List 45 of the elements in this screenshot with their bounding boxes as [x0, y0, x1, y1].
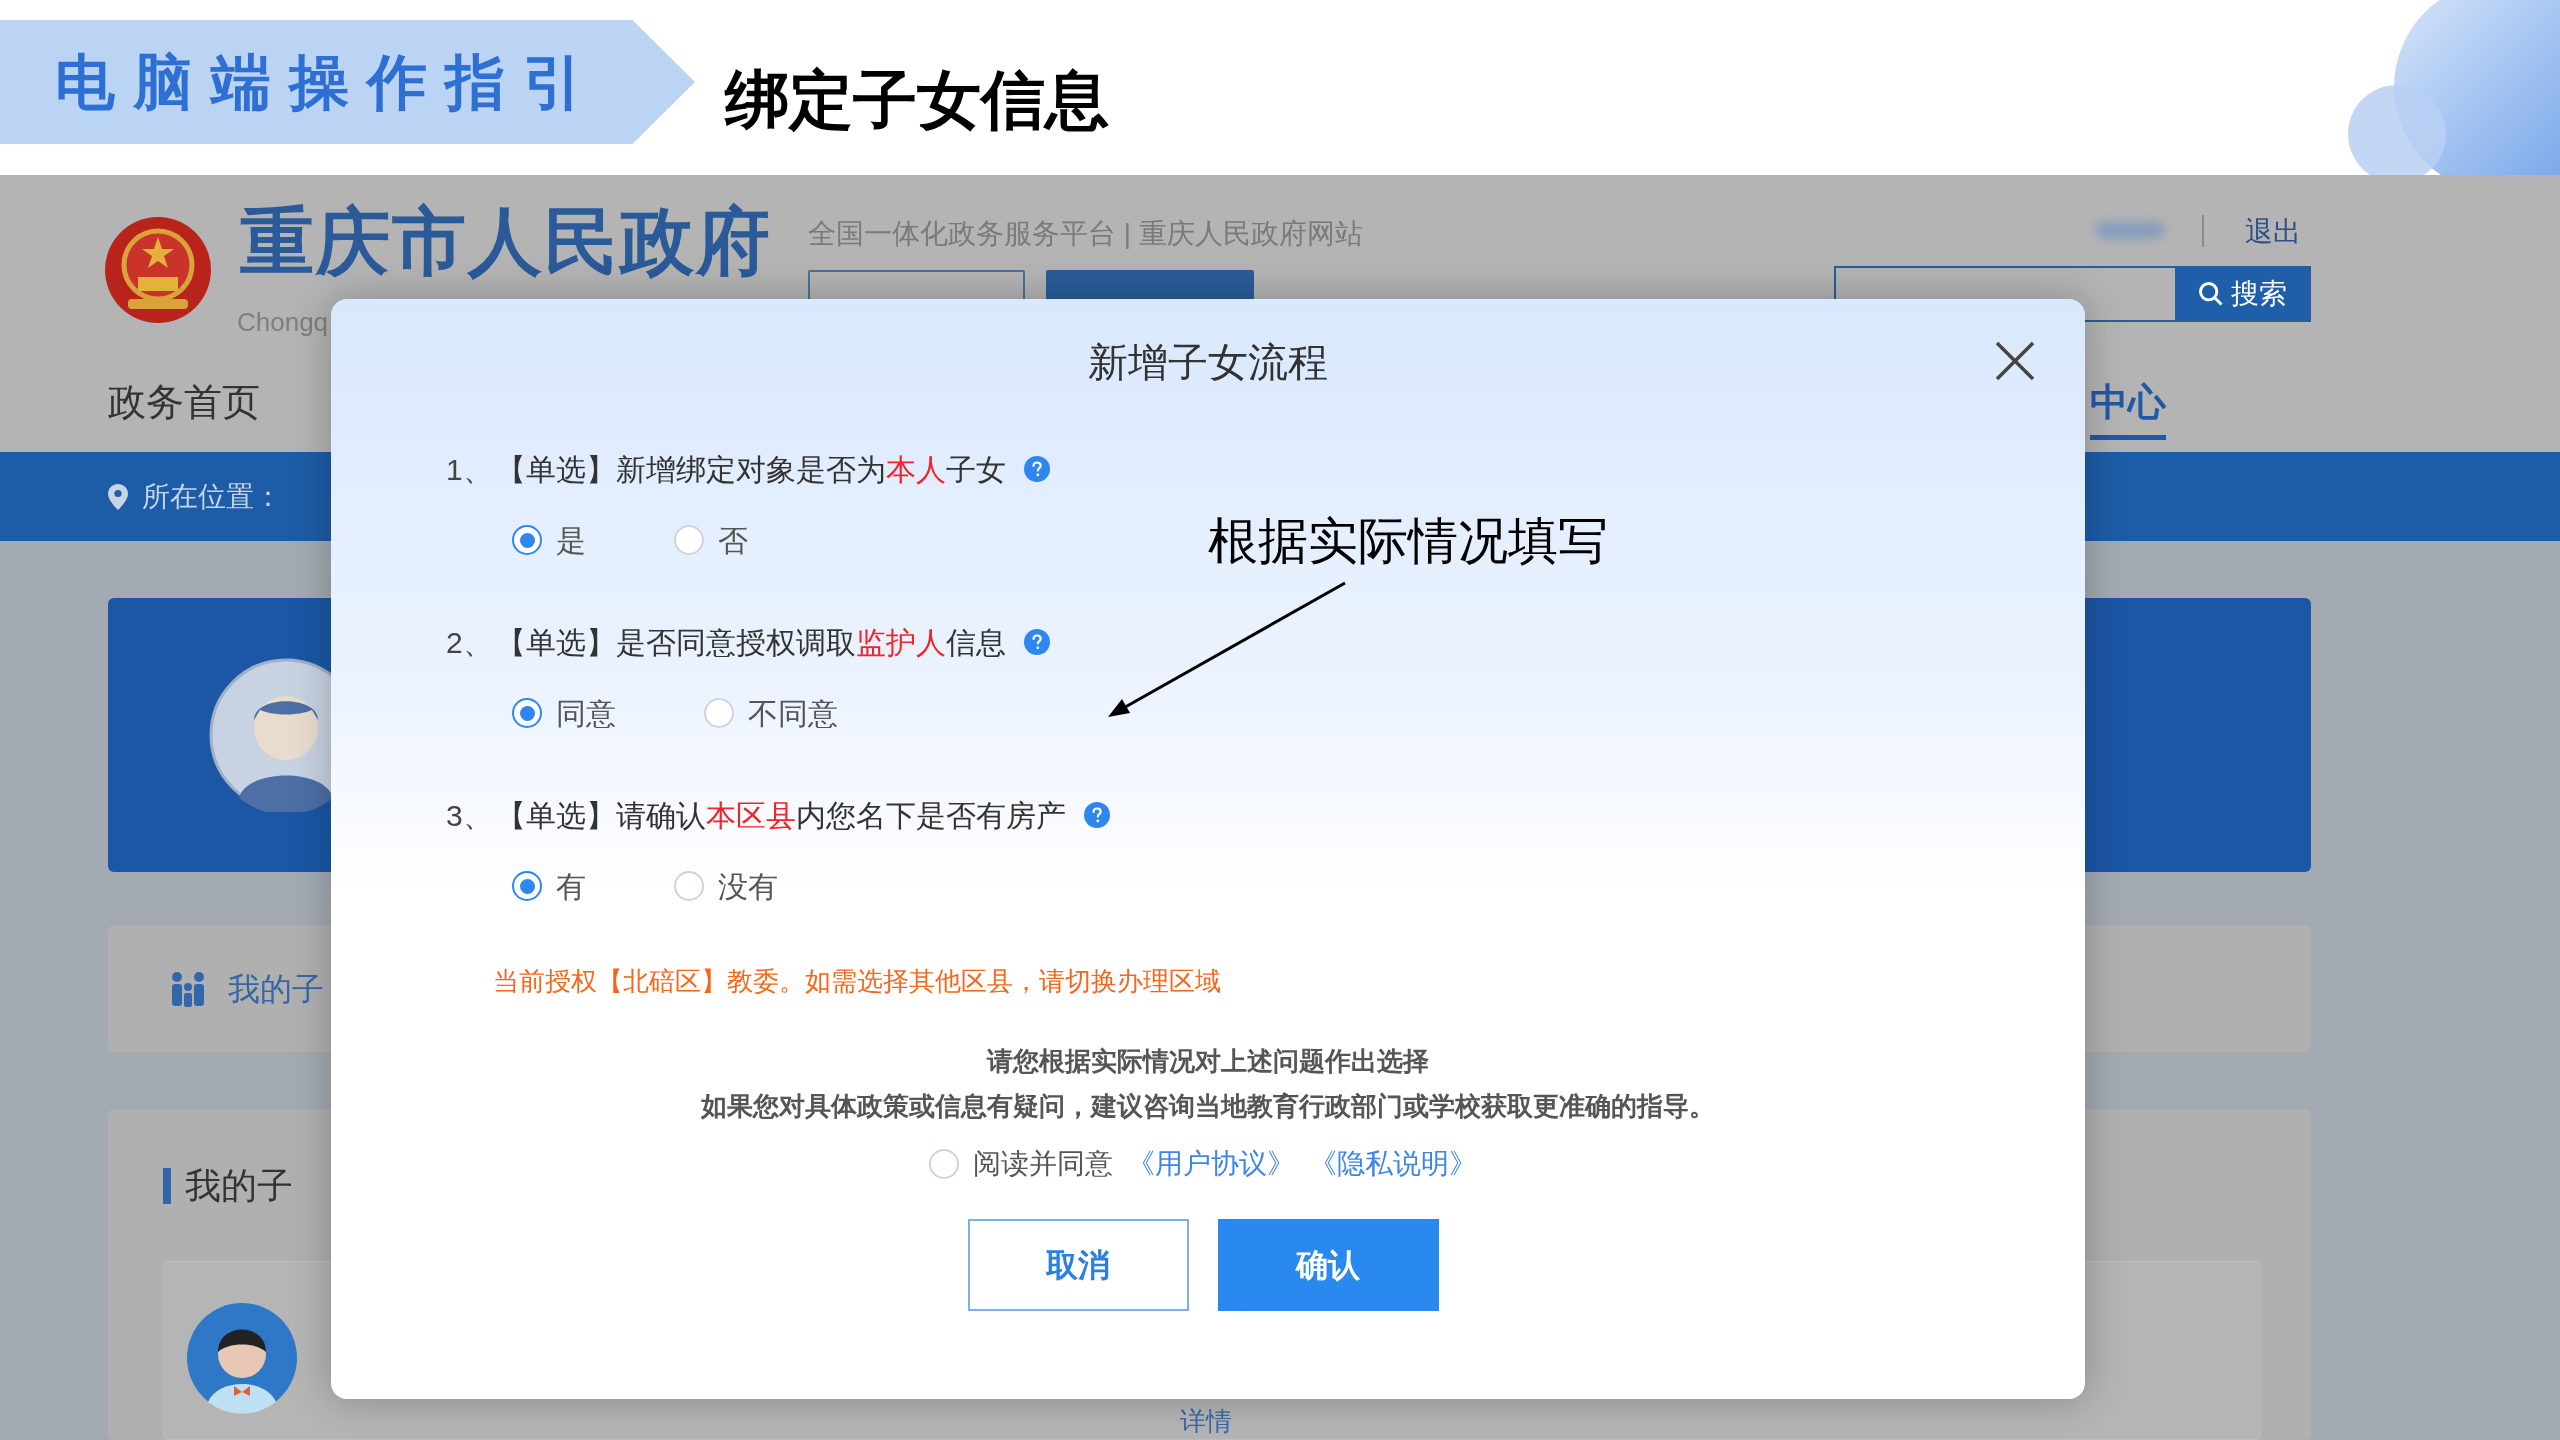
option-label: 同意 — [556, 695, 616, 732]
question-text: 【单选】是否同意授权调取监护人信息 — [496, 624, 1006, 661]
help-icon[interactable] — [1024, 629, 1050, 655]
section-marker — [163, 1168, 171, 1204]
question-number: 3、 — [446, 797, 494, 834]
agreement-label: 阅读并同意 — [973, 1147, 1113, 1181]
option-label: 否 — [718, 522, 748, 559]
hint-text: 如果您对具体政策或信息有疑问，建议咨询当地教育行政部门或学校获取更准确的指导。 — [701, 1090, 1715, 1123]
section-banner: 电脑端操作指引 — [0, 20, 695, 144]
notice-text: 当前授权【北碚区】教委。如需选择其他区县，请切换办理区域 — [492, 965, 1222, 998]
help-icon[interactable] — [1024, 456, 1050, 482]
location-label: 所在位置： — [142, 479, 282, 514]
slide-title: 绑定子女信息 — [725, 68, 1109, 132]
agreement-link[interactable]: 《隐私说明》 — [1309, 1143, 1477, 1185]
option-label: 有 — [556, 868, 586, 905]
agreement-link[interactable]: 《用户协议》 — [1127, 1143, 1295, 1185]
radio-button[interactable] — [512, 871, 542, 901]
radio-button[interactable] — [512, 525, 542, 555]
details-link[interactable]: 详情 — [1180, 1402, 1232, 1440]
close-icon — [1993, 339, 2037, 383]
question-text: 【单选】新增绑定对象是否为本人子女 — [496, 451, 1006, 488]
cancel-button[interactable]: 取消 — [967, 1219, 1189, 1311]
section-title: 我的子 — [185, 1164, 293, 1208]
child-avatar-icon — [186, 1302, 298, 1414]
platform-title: 全国一体化政务服务平台 | 重庆人民政府网站 — [808, 217, 1363, 251]
hint-text: 请您根据实际情况对上述问题作出选择 — [987, 1045, 1429, 1078]
emblem-icon — [103, 215, 213, 325]
logout-link[interactable]: 退出 — [2245, 211, 2301, 253]
help-icon[interactable] — [1084, 802, 1110, 828]
children-tab[interactable]: 我的子 — [228, 964, 324, 1013]
confirm-button[interactable]: 确认 — [1217, 1219, 1439, 1311]
question-number: 2、 — [446, 624, 494, 661]
user-name-blurred — [2095, 221, 2165, 239]
question-text: 【单选】请确认本区县内您名下是否有房产 — [496, 797, 1066, 834]
dialog-title: 新增子女流程 — [1088, 339, 1328, 386]
option-label: 没有 — [718, 868, 778, 905]
option-label: 不同意 — [748, 695, 838, 732]
nav-tab[interactable]: 中心 — [2090, 379, 2166, 440]
question-number: 1、 — [446, 451, 494, 488]
nav-tab[interactable]: 政务首页 — [108, 379, 260, 440]
annotation-text: 根据实际情况填写 — [1208, 512, 1608, 571]
location-pin-icon — [108, 483, 128, 510]
option-label: 是 — [556, 522, 586, 559]
close-button[interactable] — [1993, 339, 2037, 383]
radio-button[interactable] — [512, 698, 542, 728]
